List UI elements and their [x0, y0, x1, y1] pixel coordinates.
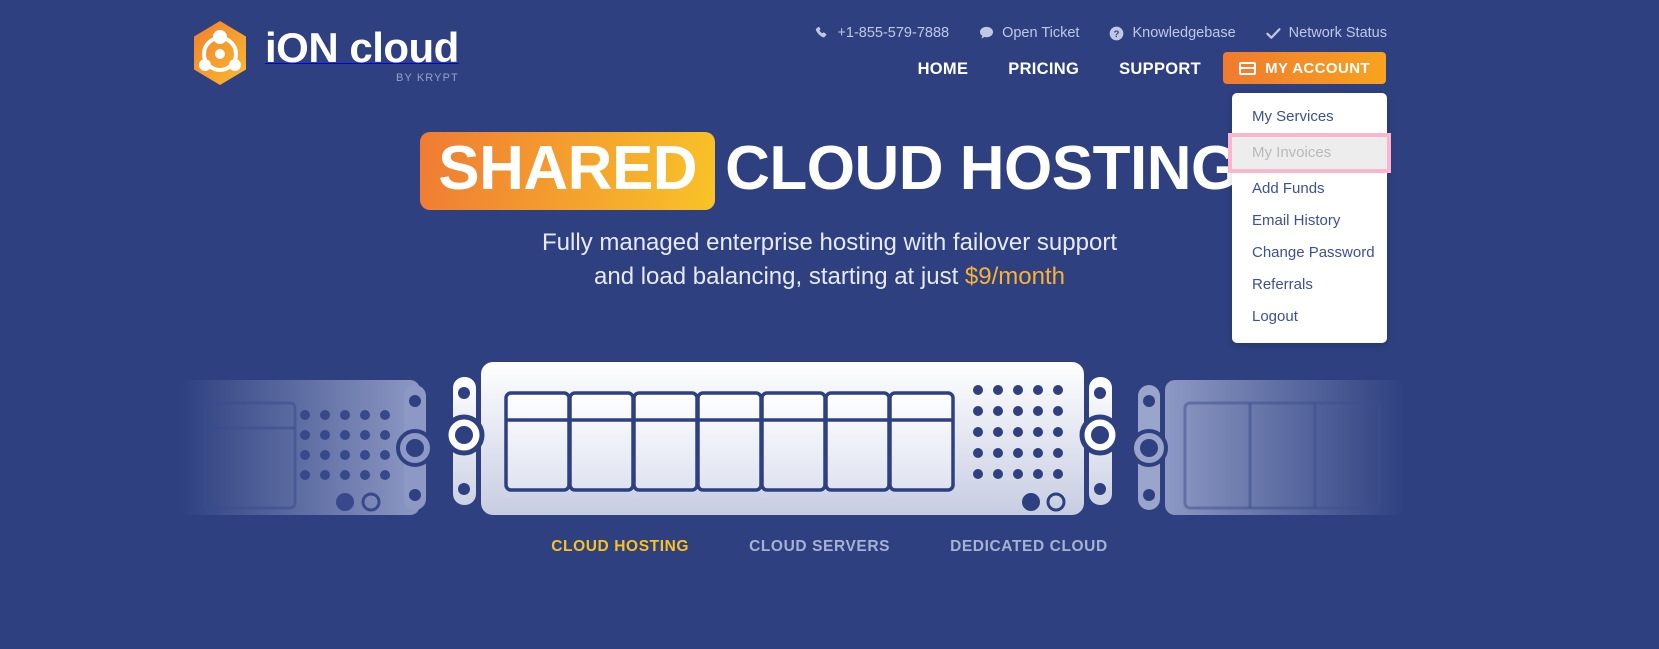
open-ticket-link[interactable]: Open Ticket: [979, 23, 1079, 43]
knowledgebase-link[interactable]: ? Knowledgebase: [1109, 23, 1236, 43]
account-menu-wrap: MY ACCOUNT: [1223, 52, 1386, 84]
phone-link[interactable]: +1-855-579-7888: [815, 23, 949, 43]
wallet-icon: [1239, 61, 1257, 75]
phone-icon: [815, 26, 829, 40]
open-ticket-label: Open Ticket: [1002, 25, 1080, 41]
hexagon-atom-icon: [190, 20, 250, 86]
hero-subline-line2: and load balancing, starting at just $9/…: [0, 260, 1659, 294]
nav-item-home[interactable]: HOME: [918, 54, 989, 84]
svg-text:?: ?: [1114, 29, 1120, 39]
top-utility-nav: +1-855-579-7888 Open Ticket ? Knowledgeb…: [815, 22, 1387, 44]
hero-headline-rest: CLOUD HOSTING: [725, 134, 1239, 203]
knowledgebase-label: Knowledgebase: [1132, 25, 1236, 41]
nav-item-pricing[interactable]: PRICING: [988, 54, 1099, 84]
hero-section: SHARED CLOUD HOSTING Fully managed enterp…: [0, 130, 1659, 294]
hero-price: $9/month: [964, 263, 1065, 290]
network-status-label: Network Status: [1288, 25, 1387, 41]
dropdown-item-my-invoices[interactable]: My Invoices: [1232, 137, 1387, 169]
hero-headline-badge: SHARED: [420, 132, 716, 210]
hero-subline: Fully managed enterprise hosting with fa…: [0, 226, 1659, 294]
question-circle-icon: ?: [1109, 26, 1124, 41]
network-status-link[interactable]: Network Status: [1265, 23, 1387, 43]
site-header: iON cloud BY KRYPT +1-855-579-7888 Open …: [0, 0, 1659, 108]
nav-item-support[interactable]: SUPPORT: [1099, 54, 1221, 84]
hero-subline-prefix: and load balancing, starting at just: [594, 263, 965, 290]
server-rack-illustration: [0, 355, 1659, 520]
product-tabs: CLOUD HOSTING CLOUD SERVERS DEDICATED CL…: [0, 534, 1659, 560]
dropdown-item-email-history[interactable]: Email History: [1232, 205, 1387, 237]
dropdown-item-referrals[interactable]: Referrals: [1232, 269, 1387, 301]
logo[interactable]: iON cloud BY KRYPT: [190, 20, 459, 86]
chat-bubble-icon: [979, 26, 994, 40]
dropdown-item-my-services[interactable]: My Services: [1232, 101, 1387, 133]
tab-dedicated-cloud[interactable]: DEDICATED CLOUD: [950, 534, 1108, 560]
page-root: iON cloud BY KRYPT +1-855-579-7888 Open …: [0, 0, 1659, 649]
check-icon: [1265, 27, 1281, 40]
hero-subline-line1: Fully managed enterprise hosting with fa…: [542, 229, 1117, 256]
logo-tagline: BY KRYPT: [396, 72, 459, 84]
phone-label: +1-855-579-7888: [837, 25, 950, 41]
logo-text: iON cloud: [265, 24, 459, 71]
my-account-label: MY ACCOUNT: [1265, 59, 1370, 77]
dropdown-item-logout[interactable]: Logout: [1232, 301, 1387, 333]
dropdown-item-add-funds[interactable]: Add Funds: [1232, 173, 1387, 205]
dropdown-item-change-password[interactable]: Change Password: [1232, 237, 1387, 269]
my-account-button[interactable]: MY ACCOUNT: [1223, 52, 1386, 84]
account-dropdown-menu: My Services My Invoices Add Funds Email …: [1232, 93, 1387, 343]
tab-cloud-servers[interactable]: CLOUD SERVERS: [749, 534, 890, 560]
logo-text-wrap: iON cloud BY KRYPT: [265, 22, 459, 84]
tab-cloud-hosting[interactable]: CLOUD HOSTING: [551, 534, 689, 560]
hero-headline: SHARED CLOUD HOSTING: [0, 130, 1659, 210]
